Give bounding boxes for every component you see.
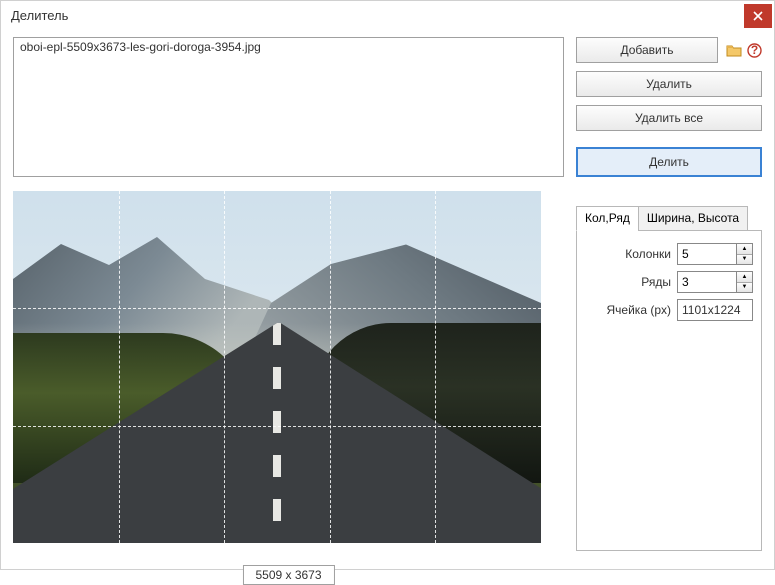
file-list[interactable]: oboi-epl-5509x3673-les-gori-doroga-3954.… [13,37,564,177]
spinner-down[interactable]: ▼ [737,255,752,265]
columns-spinner[interactable]: ▲▼ [677,243,753,265]
tab-col-row[interactable]: Кол,Ряд [576,206,639,231]
window-title: Делитель [11,8,744,23]
rows-label: Ряды [585,275,671,289]
remove-button[interactable]: Удалить [576,71,762,97]
tab-panel: Колонки ▲▼ Ряды ▲▼ Ячейка (px) 1101x1224 [576,231,762,551]
remove-all-button[interactable]: Удалить все [576,105,762,131]
folder-icon[interactable] [726,42,742,58]
rows-input[interactable] [677,271,737,293]
tabs: Кол,Ряд Ширина, Высота [576,205,762,231]
tab-width-height[interactable]: Ширина, Высота [638,206,748,231]
image-dimensions: 5509 x 3673 [242,565,334,585]
close-button[interactable] [744,4,772,28]
columns-input[interactable] [677,243,737,265]
rows-spinner[interactable]: ▲▼ [677,271,753,293]
add-button[interactable]: Добавить [576,37,718,63]
image-preview [13,191,541,543]
preview-image [13,191,541,543]
titlebar: Делитель [1,1,774,29]
svg-text:?: ? [750,43,757,57]
cell-label: Ячейка (px) [585,303,671,317]
cell-size-display: 1101x1224 [677,299,753,321]
columns-label: Колонки [585,247,671,261]
split-button[interactable]: Делить [576,147,762,177]
help-icon[interactable]: ? [746,42,762,58]
close-icon [753,11,763,21]
spinner-up[interactable]: ▲ [737,244,752,255]
spinner-up[interactable]: ▲ [737,272,752,283]
spinner-down[interactable]: ▼ [737,283,752,293]
list-item[interactable]: oboi-epl-5509x3673-les-gori-doroga-3954.… [20,40,557,54]
